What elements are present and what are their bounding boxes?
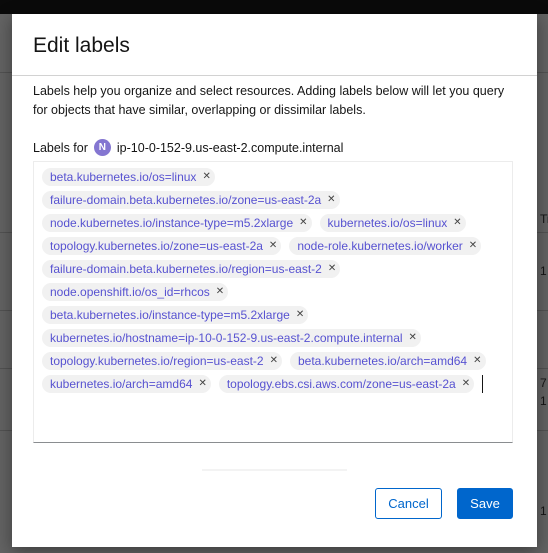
label-tag: beta.kubernetes.io/instance-type=m5.2xla… xyxy=(42,306,309,324)
close-icon[interactable]: ✕ xyxy=(296,310,304,320)
label-tag-text: kubernetes.io/hostname=ip-10-0-152-9.us-… xyxy=(50,331,403,345)
label-tag-text: beta.kubernetes.io/instance-type=m5.2xla… xyxy=(50,308,290,322)
close-icon[interactable]: ✕ xyxy=(270,356,278,366)
label-tag-text: beta.kubernetes.io/arch=amd64 xyxy=(297,354,468,368)
label-tag: failure-domain.beta.kubernetes.io/region… xyxy=(42,260,341,278)
close-icon[interactable]: ✕ xyxy=(409,333,417,343)
label-tag: node.openshift.io/os_id=rhcos ✕ xyxy=(42,283,229,301)
node-name: ip-10-0-152-9.us-east-2.compute.internal xyxy=(116,140,344,155)
close-icon[interactable]: ✕ xyxy=(299,218,307,228)
labels-for-heading: Labels for N ip-10-0-152-9.us-east-2.com… xyxy=(33,139,343,156)
label-tag-text: topology.kubernetes.io/zone=us-east-2a xyxy=(50,239,263,253)
scroll-shadow xyxy=(202,469,347,471)
close-icon[interactable]: ✕ xyxy=(198,379,206,389)
close-icon[interactable]: ✕ xyxy=(328,264,336,274)
close-icon[interactable]: ✕ xyxy=(469,241,477,251)
label-tag-text: node.kubernetes.io/instance-type=m5.2xla… xyxy=(50,216,294,230)
label-tag: beta.kubernetes.io/os=linux ✕ xyxy=(42,168,215,186)
labels-input[interactable]: beta.kubernetes.io/os=linux ✕ failure-doma… xyxy=(33,161,513,443)
label-tag-text: topology.ebs.csi.aws.com/zone=us-east-2a xyxy=(226,377,456,391)
modal-title: Edit labels xyxy=(33,34,130,57)
label-tag-text: node.openshift.io/os_id=rhcos xyxy=(50,285,210,299)
close-icon[interactable]: ✕ xyxy=(327,195,335,205)
save-button[interactable]: Save xyxy=(457,488,513,519)
label-tag: kubernetes.io/hostname=ip-10-0-152-9.us-… xyxy=(42,329,421,347)
label-tag-text: failure-domain.beta.kubernetes.io/region… xyxy=(50,262,322,276)
close-icon[interactable]: ✕ xyxy=(216,287,224,297)
label-tag: node-role.kubernetes.io/worker ✕ xyxy=(289,237,482,255)
label-tag-text: beta.kubernetes.io/os=linux xyxy=(50,170,197,184)
label-tag-text: failure-domain.beta.kubernetes.io/zone=u… xyxy=(50,193,322,207)
close-icon[interactable]: ✕ xyxy=(473,356,481,366)
close-icon[interactable]: ✕ xyxy=(269,241,277,251)
label-tag: kubernetes.io/os=linux ✕ xyxy=(319,214,466,232)
edit-labels-modal: Edit labels Labels help you organize and… xyxy=(12,14,537,547)
label-tag: topology.ebs.csi.aws.com/zone=us-east-2a… xyxy=(218,375,475,393)
label-tag-text: kubernetes.io/os=linux xyxy=(327,216,448,230)
close-icon[interactable]: ✕ xyxy=(453,218,461,228)
label-text-input[interactable] xyxy=(482,375,485,393)
label-tag-text: node-role.kubernetes.io/worker xyxy=(297,239,463,253)
label-tag-text: kubernetes.io/arch=amd64 xyxy=(50,377,193,391)
header-divider xyxy=(12,75,537,76)
label-tag: failure-domain.beta.kubernetes.io/zone=u… xyxy=(42,191,340,209)
cancel-button[interactable]: Cancel xyxy=(375,488,442,519)
label-tag: kubernetes.io/arch=amd64 ✕ xyxy=(42,375,211,393)
modal-description: Labels help you organize and select reso… xyxy=(33,84,505,117)
label-tag: topology.kubernetes.io/zone=us-east-2a ✕ xyxy=(42,237,282,255)
labels-for-prefix: Labels for xyxy=(33,140,88,155)
label-tag: topology.kubernetes.io/region=us-east-2 ✕ xyxy=(42,352,282,370)
label-tag: beta.kubernetes.io/arch=amd64 ✕ xyxy=(289,352,486,370)
close-icon[interactable]: ✕ xyxy=(202,172,210,182)
close-icon[interactable]: ✕ xyxy=(462,379,470,389)
label-tag-text: topology.kubernetes.io/region=us-east-2 xyxy=(50,354,264,368)
node-badge-icon: N xyxy=(93,139,111,156)
label-tag: node.kubernetes.io/instance-type=m5.2xla… xyxy=(42,214,312,232)
